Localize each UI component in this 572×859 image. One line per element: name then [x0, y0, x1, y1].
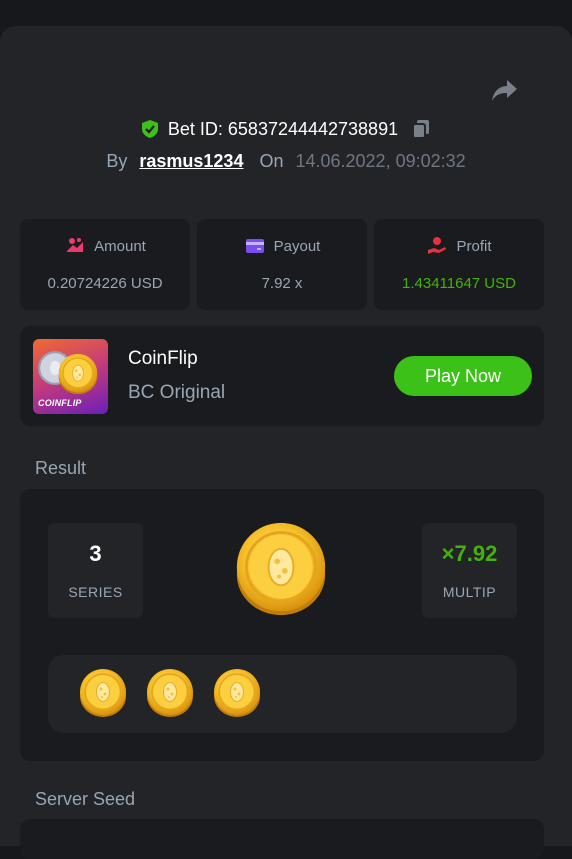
result-coin-icon — [233, 519, 329, 619]
payout-card-icon — [245, 239, 264, 253]
server-seed-box — [20, 819, 544, 859]
amount-icon — [67, 238, 84, 252]
multiplier-value: ×7.92 — [441, 541, 498, 566]
series-box: 3 SERIES — [48, 523, 143, 618]
series-label: SERIES — [68, 584, 123, 600]
gold-coin-icon — [78, 668, 128, 718]
amount-value: 0.20724226 USD — [47, 275, 163, 292]
payout-label: Payout — [273, 237, 321, 255]
bet-id-label: Bet ID: 65837244442738891 — [167, 118, 399, 139]
on-label: On — [259, 150, 284, 171]
series-value: 3 — [89, 541, 102, 566]
gold-coin-icon — [57, 353, 99, 395]
gold-coin-icon — [145, 668, 195, 718]
game-subtitle: BC Original — [128, 382, 226, 403]
payout-stat-card: Payout 7.92 x — [197, 219, 367, 310]
by-label: By — [106, 150, 128, 171]
multiplier-label: MULTIP — [442, 584, 497, 600]
gold-coin-icon — [212, 668, 262, 718]
play-now-button[interactable]: Play Now — [394, 356, 532, 396]
amount-stat-card: Amount 0.20724226 USD — [20, 219, 190, 310]
profit-value: 1.43411647 USD — [402, 275, 516, 292]
username-link[interactable]: rasmus1234 — [139, 151, 243, 172]
verified-shield-icon — [141, 120, 158, 138]
profit-icon — [428, 237, 447, 254]
game-card: COINFLIP CoinFlip BC Original Play Now — [20, 326, 544, 426]
bet-date: 14.06.2022, 09:02:32 — [295, 150, 466, 171]
multiplier-box: ×7.92 MULTIP — [422, 523, 517, 618]
result-section-label: Result — [35, 458, 87, 478]
profit-label: Profit — [456, 237, 492, 255]
amount-label: Amount — [94, 237, 146, 255]
copy-icon[interactable] — [410, 118, 432, 140]
game-title: CoinFlip — [128, 348, 198, 369]
share-icon[interactable] — [490, 78, 518, 104]
bet-byline: By rasmus1234 On 14.06.2022, 09:02:32 — [0, 148, 572, 174]
payout-value: 7.92 x — [261, 275, 303, 292]
thumbnail-text: COINFLIP — [38, 398, 82, 408]
result-card: 3 SERIES ×7.92 MULTIP — [20, 489, 544, 761]
coinflip-thumbnail[interactable]: COINFLIP — [33, 339, 108, 414]
server-seed-label: Server Seed — [35, 789, 136, 809]
profit-stat-card: Profit 1.43411647 USD — [374, 219, 544, 310]
coin-history-row — [48, 655, 517, 733]
bet-id-row: Bet ID: 65837244442738891 — [0, 116, 572, 142]
